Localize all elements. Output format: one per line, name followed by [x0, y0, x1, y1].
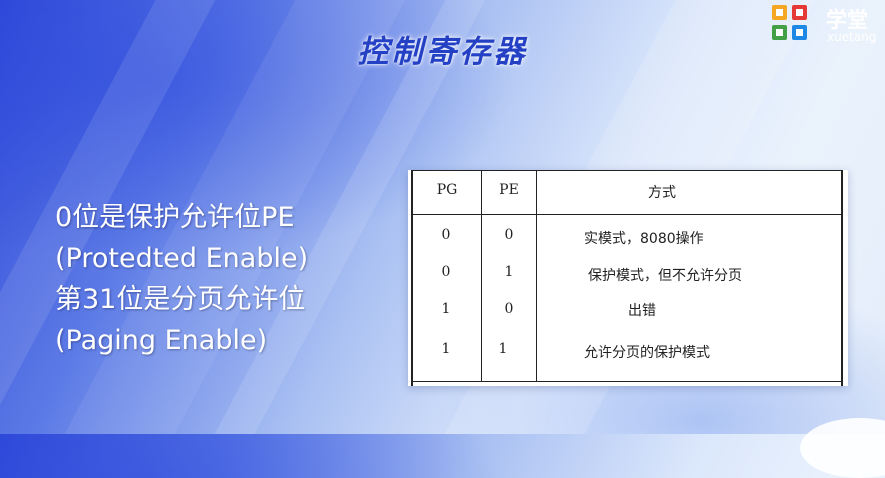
logo-subtitle: xuetang	[827, 30, 877, 44]
table-cell-pe: 1	[498, 341, 508, 357]
table-cell-mode: 允许分页的保护模式	[584, 345, 710, 361]
description-line: 0位是保护允许位PE	[55, 202, 295, 233]
table-cell-pe: 0	[504, 227, 514, 243]
slide-title: 控制寄存器	[357, 34, 528, 70]
table-header-divider	[411, 214, 843, 215]
table-border	[841, 170, 843, 386]
table-header-mode: 方式	[648, 185, 676, 201]
logo-square-icon	[792, 25, 807, 40]
table-cell-pg: 1	[441, 301, 451, 317]
table-header-pg: PG	[436, 182, 458, 198]
control-register-table: PG PE 方式 0 0 实模式，8080操作 0 1 保护模式，但不允许分页 …	[408, 170, 848, 386]
table-cell-mode: 实模式，8080操作	[584, 231, 704, 247]
logo-square-icon	[772, 25, 787, 40]
table-cell-pg: 0	[441, 264, 451, 280]
description-line: (Protedted Enable)	[55, 243, 309, 274]
logo-grid-icon	[770, 2, 814, 46]
logo-square-icon	[772, 5, 787, 20]
table-header-pe: PE	[499, 182, 519, 198]
description-line: (Paging Enable)	[55, 325, 268, 356]
corner-decoration	[800, 418, 885, 478]
xuetang-logo[interactable]: 学堂 xuetang	[770, 2, 885, 46]
table-cell-mode: 出错	[628, 303, 656, 319]
table-cell-mode: 保护模式，但不允许分页	[588, 268, 742, 284]
table-cell-pe: 0	[504, 301, 514, 317]
table-cell-pg: 0	[441, 227, 451, 243]
table-cell-pe: 1	[504, 264, 514, 280]
table-border	[411, 170, 413, 386]
table-cell-pg: 1	[441, 341, 451, 357]
table-column-divider	[536, 170, 537, 382]
logo-square-icon	[792, 5, 807, 20]
table-border	[411, 381, 843, 382]
description-line: 第31位是分页允许位	[55, 284, 306, 315]
table-border	[411, 170, 843, 171]
description-text: 0位是保护允许位PE (Protedted Enable) 第31位是分页允许位…	[55, 197, 308, 361]
